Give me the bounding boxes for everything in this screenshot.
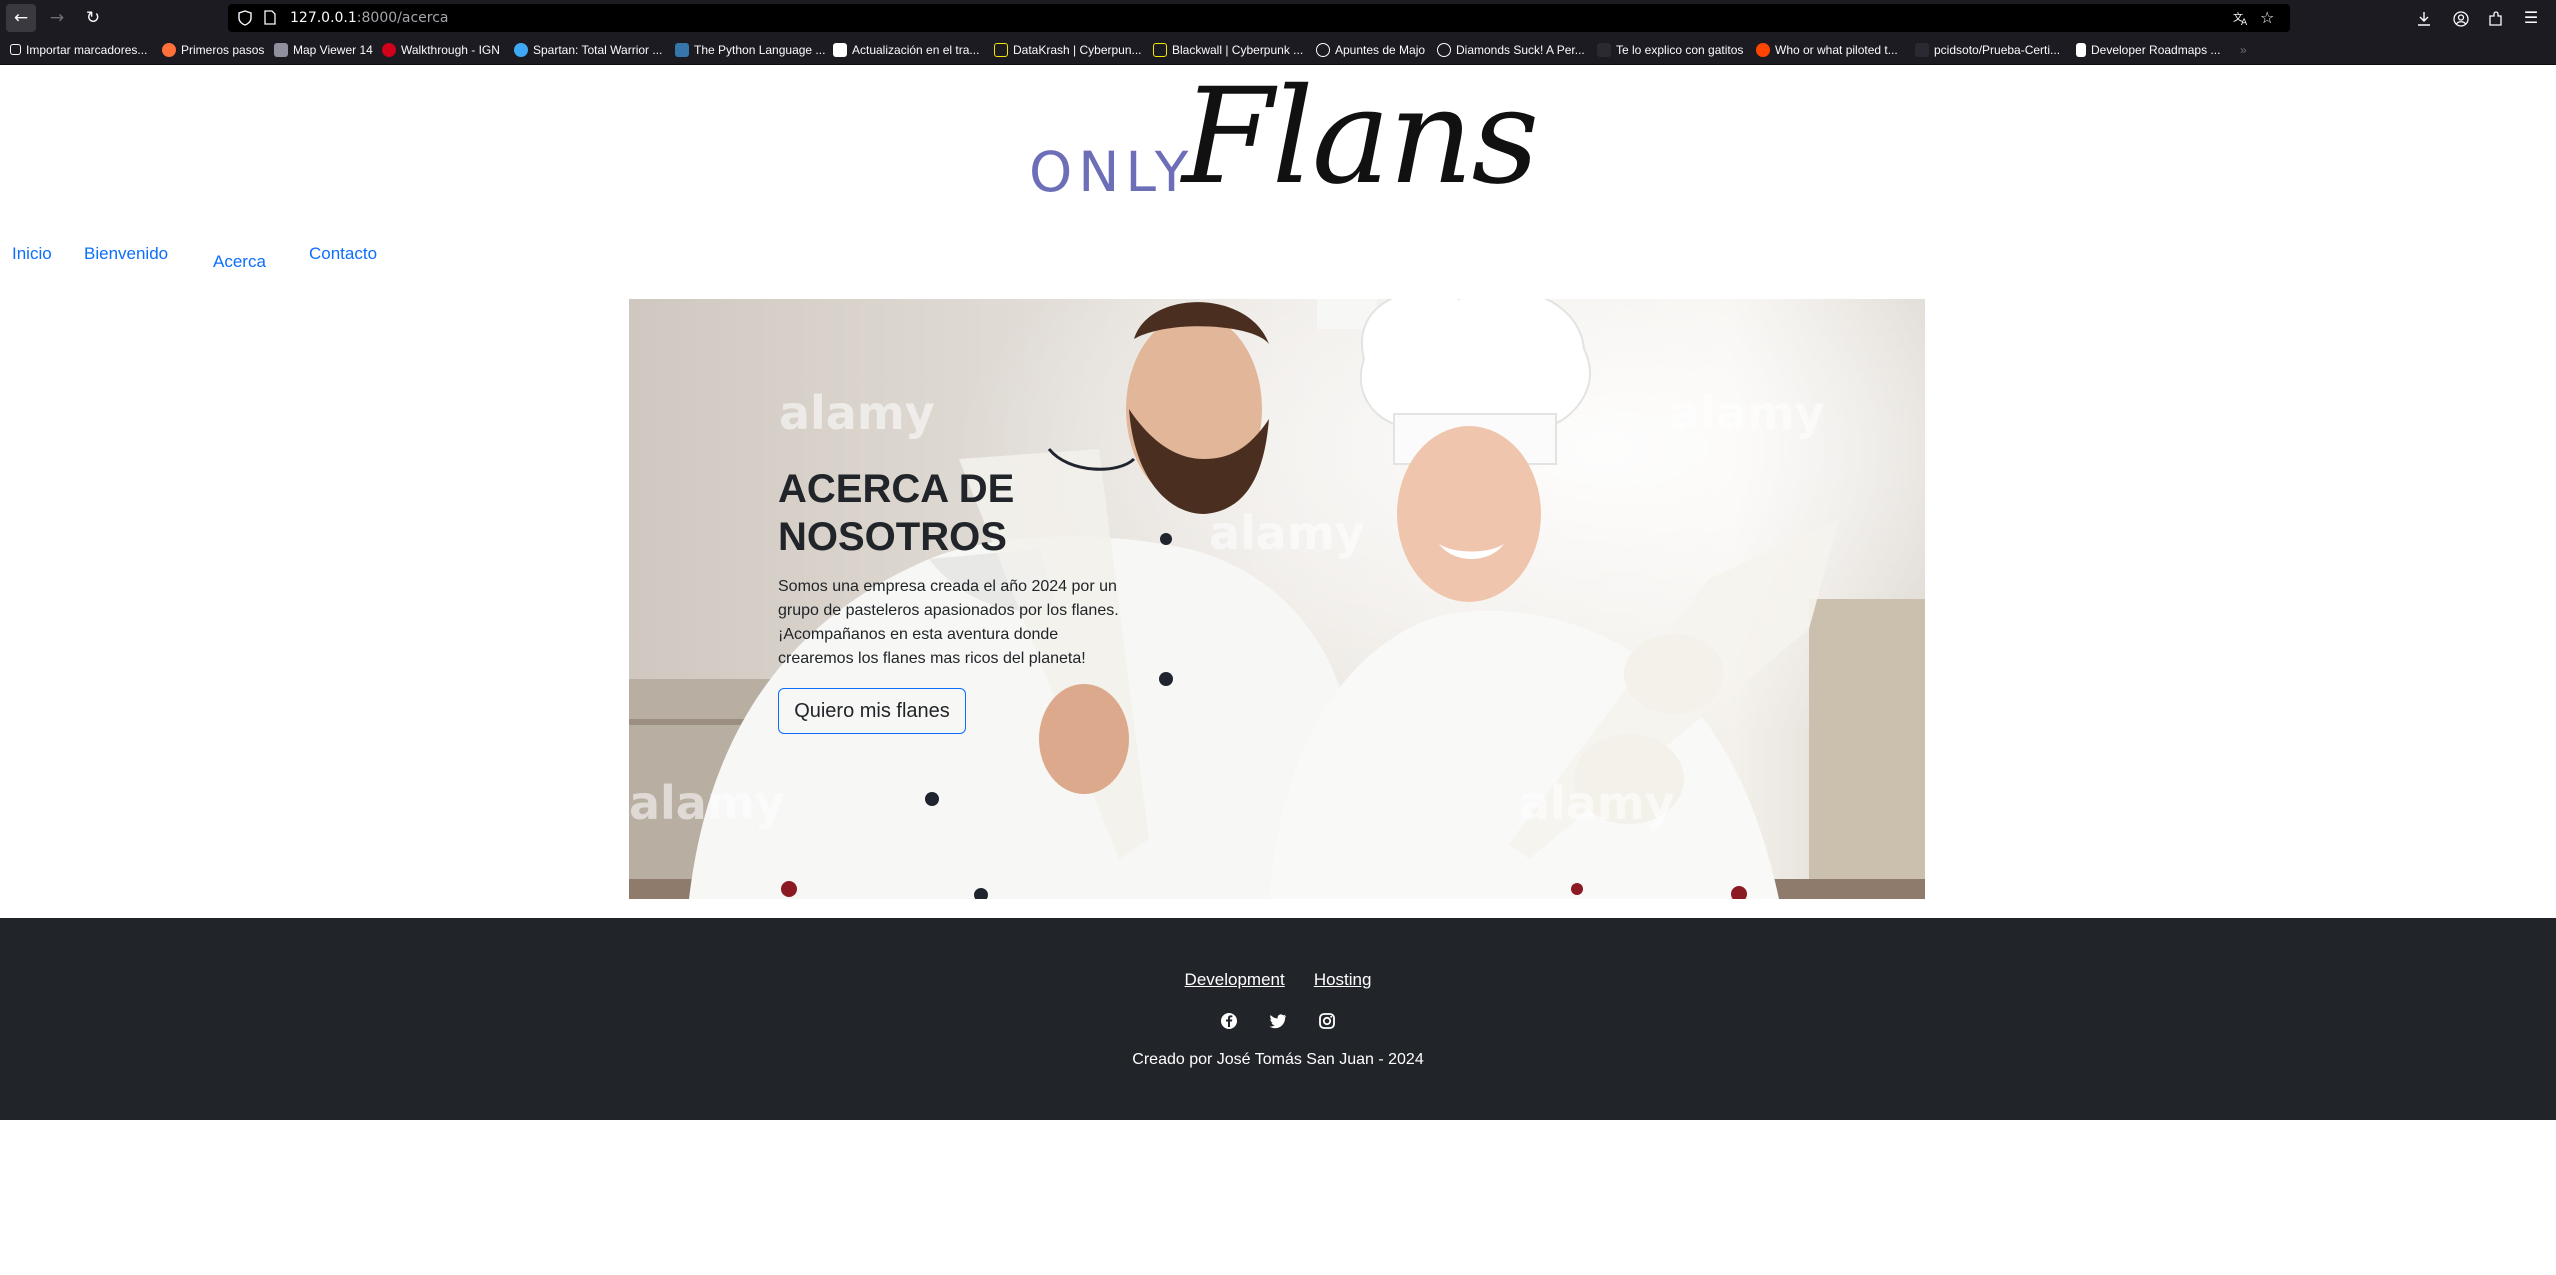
bookmark-label: Te lo explico con gatitos bbox=[1616, 43, 1744, 57]
bookmark-label: Blackwall | Cyberpunk ... bbox=[1172, 43, 1304, 57]
map-icon bbox=[274, 42, 288, 57]
bookmark-label: Map Viewer 14 bbox=[293, 43, 373, 57]
shield-icon[interactable] bbox=[238, 4, 252, 32]
watermark-text: alamy bbox=[1669, 386, 1825, 440]
python-icon bbox=[675, 42, 689, 57]
logo-flans-text: Flans bbox=[1182, 60, 1539, 214]
bookmark-item[interactable]: Spartan: Total Warrior ... bbox=[514, 36, 663, 64]
url-path: :8000/acerca bbox=[356, 10, 449, 26]
footer-links: Development Hosting bbox=[0, 970, 2556, 990]
cyberpunk-icon bbox=[1153, 42, 1167, 57]
bookmark-item[interactable]: Map Viewer 14 bbox=[274, 36, 373, 64]
watermark-text: alamy bbox=[1519, 776, 1675, 830]
cyberpunk-icon bbox=[994, 42, 1008, 57]
github-icon bbox=[1915, 42, 1929, 57]
bookmark-label: DataKrash | Cyberpun... bbox=[1013, 43, 1142, 57]
url-host: 127.0.0.1 bbox=[290, 10, 357, 26]
footer-link-hosting[interactable]: Hosting bbox=[1314, 970, 1372, 989]
ign-icon bbox=[382, 42, 396, 57]
bookmark-item[interactable]: Primeros pasos bbox=[162, 36, 265, 64]
facebook-icon[interactable] bbox=[1219, 1011, 1239, 1031]
site-footer: Development Hosting Creado por José Tomá… bbox=[0, 918, 2556, 1120]
bookmark-label: Who or what piloted t... bbox=[1775, 43, 1898, 57]
hero-banner: alamy alamy alamy alamy alamy ACERCA DE … bbox=[629, 299, 1925, 899]
globe-icon bbox=[514, 42, 528, 57]
bookmark-item[interactable]: pcidsoto/Prueba-Certi... bbox=[1915, 36, 2061, 64]
quiero-mis-flanes-button[interactable]: Quiero mis flanes bbox=[778, 688, 966, 734]
watermark-text: alamy bbox=[779, 386, 935, 440]
cat-icon bbox=[1597, 42, 1611, 57]
nav-link-inicio[interactable]: Inicio bbox=[12, 244, 52, 264]
bookmark-label: The Python Language ... bbox=[694, 43, 826, 57]
instagram-icon[interactable] bbox=[1317, 1011, 1337, 1031]
bookmark-label: Diamonds Suck! A Per... bbox=[1456, 43, 1585, 57]
translate-icon[interactable]: 文A bbox=[2233, 4, 2249, 32]
watermark-text: alamy bbox=[629, 776, 785, 830]
roadmap-icon bbox=[2076, 42, 2086, 57]
bookmark-label: Walkthrough - IGN bbox=[401, 43, 500, 57]
bookmark-label: pcidsoto/Prueba-Certi... bbox=[1934, 43, 2061, 57]
account-icon[interactable] bbox=[2447, 4, 2475, 32]
menu-icon[interactable]: ☰ bbox=[2517, 4, 2545, 32]
bookmarks-overflow-icon[interactable]: » bbox=[2240, 36, 2247, 64]
bookmark-item[interactable]: The Python Language ... bbox=[675, 36, 826, 64]
logo-only-text: ONLY bbox=[1029, 140, 1195, 204]
bookmark-item[interactable]: Importar marcadores... bbox=[10, 36, 148, 64]
page-title: ACERCA DE NOSOTROS bbox=[778, 467, 1015, 559]
bookmark-star-icon[interactable]: ☆ bbox=[2260, 4, 2274, 32]
firefox-icon bbox=[162, 42, 176, 57]
document-icon bbox=[833, 42, 847, 57]
bookmark-item[interactable]: Who or what piloted t... bbox=[1756, 36, 1898, 64]
reload-button[interactable]: ↻ bbox=[78, 4, 108, 32]
nav-link-contacto[interactable]: Contacto bbox=[309, 244, 377, 264]
page-info-icon[interactable] bbox=[264, 4, 276, 32]
nav-link-bienvenido[interactable]: Bienvenido bbox=[84, 244, 168, 264]
watermark-text: alamy bbox=[1209, 506, 1365, 560]
reddit-icon bbox=[1756, 42, 1770, 57]
forward-button[interactable]: → bbox=[42, 4, 72, 32]
bookmark-label: Spartan: Total Warrior ... bbox=[533, 43, 663, 57]
site-logo[interactable]: ONLY Flans bbox=[1020, 60, 1560, 216]
browser-toolbar: ← → ↻ 127.0.0.1:8000/acerca 文A ☆ ☰ bbox=[0, 0, 2556, 36]
bookmark-label: Primeros pasos bbox=[181, 43, 265, 57]
bookmark-item[interactable]: DataKrash | Cyberpun... bbox=[994, 36, 1142, 64]
back-button[interactable]: ← bbox=[6, 4, 36, 32]
bookmark-item[interactable]: Te lo explico con gatitos bbox=[1597, 36, 1744, 64]
bookmark-label: Actualización en el tra... bbox=[852, 43, 980, 57]
bookmark-item[interactable]: Actualización en el tra... bbox=[833, 36, 980, 64]
bookmark-label: Apuntes de Majo bbox=[1335, 43, 1426, 57]
nav-link-acerca[interactable]: Acerca bbox=[213, 252, 266, 272]
social-icons bbox=[0, 1010, 2556, 1031]
url-text[interactable]: 127.0.0.1:8000/acerca bbox=[290, 4, 448, 32]
bookmark-item[interactable]: Walkthrough - IGN bbox=[382, 36, 500, 64]
footer-credit: Creado por José Tomás San Juan - 2024 bbox=[1132, 1051, 1424, 1068]
downloads-icon[interactable] bbox=[2410, 4, 2438, 32]
svg-text:A: A bbox=[2241, 18, 2248, 26]
import-icon bbox=[10, 44, 21, 56]
bookmark-label: Developer Roadmaps ... bbox=[2091, 43, 2221, 57]
globe-icon bbox=[1316, 42, 1330, 57]
footer-link-development[interactable]: Development bbox=[1185, 970, 1285, 989]
about-paragraph: Somos una empresa creada el año 2024 por… bbox=[778, 578, 1119, 667]
bookmark-item[interactable]: Developer Roadmaps ... bbox=[2076, 36, 2221, 64]
extensions-icon[interactable] bbox=[2482, 4, 2510, 32]
twitter-icon[interactable] bbox=[1268, 1011, 1288, 1031]
globe-icon bbox=[1437, 42, 1451, 57]
url-bar[interactable]: 127.0.0.1:8000/acerca 文A ☆ bbox=[228, 4, 2290, 32]
bookmark-label: Importar marcadores... bbox=[26, 43, 148, 57]
